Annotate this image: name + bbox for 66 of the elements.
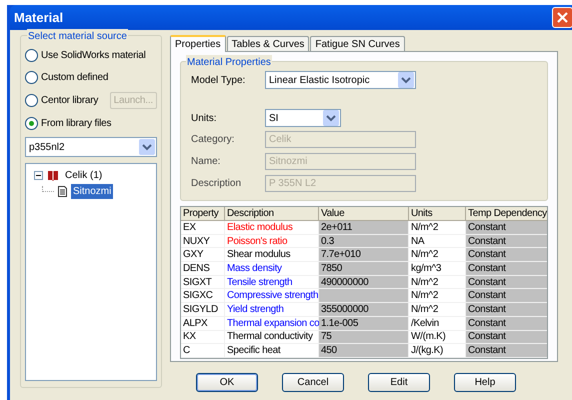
column-header: Property: [181, 207, 225, 221]
collapse-toggle[interactable]: [34, 171, 43, 180]
dialog-button[interactable]: OK: [196, 373, 258, 392]
radio-label[interactable]: Use SolidWorks material: [41, 48, 146, 63]
model-type-dropdown[interactable]: Linear Elastic Isotropic: [265, 71, 416, 89]
book-icon: [47, 170, 59, 181]
tab[interactable]: Fatigue SN Curves: [310, 36, 405, 51]
group-title: Material Properties: [186, 55, 272, 70]
dialog-button[interactable]: Cancel: [282, 373, 344, 392]
table-cell: SIGYLD: [181, 303, 225, 317]
table-cell: NUXY: [181, 234, 225, 248]
field-label: Model Type:: [191, 74, 246, 88]
tab[interactable]: Properties: [170, 35, 226, 52]
column-header: Units: [409, 207, 466, 221]
table-cell: Constant: [466, 262, 547, 276]
radio-label[interactable]: Centor library: [41, 93, 98, 108]
table-cell: EX: [181, 221, 225, 235]
table-cell: 450: [319, 344, 409, 358]
radio-label[interactable]: Custom defined: [41, 70, 108, 85]
table-cell: SIGXC: [181, 289, 225, 304]
radio-label[interactable]: From library files: [41, 116, 112, 131]
table-cell: 7.7e+010: [319, 248, 409, 262]
table-cell: Constant: [466, 330, 547, 344]
table-cell: 75: [319, 330, 409, 344]
table-cell: 7850: [319, 262, 409, 276]
table-cell: KX: [181, 330, 225, 344]
column-header: Description: [225, 207, 319, 221]
dialog-button[interactable]: Edit: [368, 373, 430, 392]
table-cell: 2e+011: [319, 221, 409, 235]
dialog-button[interactable]: Help: [454, 373, 516, 392]
table-cell: SIGXT: [181, 276, 225, 290]
table-cell: 355000000: [319, 303, 409, 317]
table-cell: 490000000: [319, 276, 409, 290]
close-button[interactable]: [552, 7, 572, 28]
radio-button[interactable]: [25, 71, 38, 84]
field-label: Name:: [191, 155, 222, 169]
table-cell: Constant: [466, 303, 547, 317]
table-cell: Constant: [466, 221, 547, 235]
table-cell: 0.3: [319, 234, 409, 248]
table-cell: Constant: [466, 316, 547, 330]
library-dropdown[interactable]: p355nl2: [25, 137, 157, 157]
table-cell: Constant: [466, 289, 547, 304]
table-cell: Constant: [466, 234, 547, 248]
radio-button[interactable]: [25, 117, 38, 130]
table-cell: ALPX: [181, 316, 225, 330]
close-icon: [557, 12, 568, 23]
table-cell: Constant: [466, 248, 547, 262]
tree-item[interactable]: Sitnozmi: [71, 184, 114, 199]
field-label: Units:: [191, 112, 218, 126]
document-icon: [58, 186, 67, 197]
units-dropdown[interactable]: SI: [265, 109, 341, 127]
tab[interactable]: Tables & Curves: [226, 36, 310, 51]
radio-button[interactable]: [25, 49, 38, 62]
table-cell: Constant: [466, 344, 547, 358]
table-cell: 1.1e-005: [319, 316, 409, 330]
table-cell: Constant: [466, 276, 547, 290]
column-header: Value: [319, 207, 409, 221]
table-cell: C: [181, 344, 225, 358]
radio-button[interactable]: [25, 94, 38, 107]
table-cell: DENS: [181, 262, 225, 276]
table-cell: GXY: [181, 248, 225, 262]
column-header: Temp Dependency: [466, 207, 547, 221]
field-label: Description: [191, 177, 242, 191]
field-label: Category:: [191, 133, 236, 147]
window-title: Material: [14, 8, 64, 27]
tree-item[interactable]: Celik (1): [63, 168, 104, 183]
